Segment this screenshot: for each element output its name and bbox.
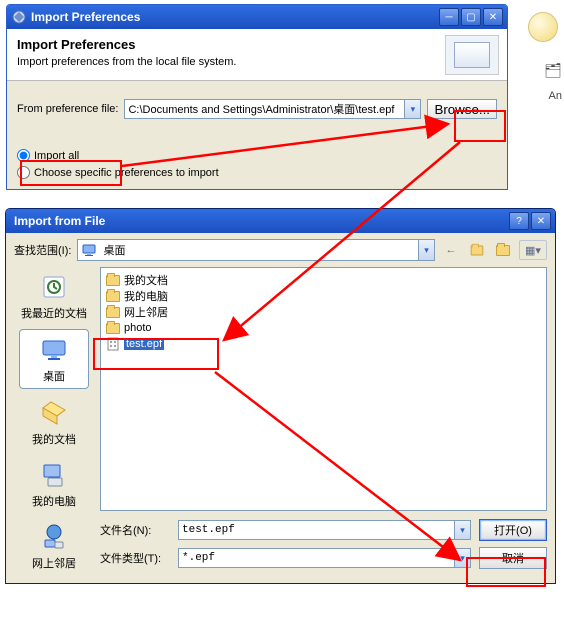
preference-file-input[interactable]: [125, 100, 404, 118]
place-recent[interactable]: 我最近的文档: [19, 267, 89, 325]
import-all-label: Import all: [34, 150, 79, 162]
chevron-down-icon[interactable]: ▾: [454, 549, 470, 567]
filename-combo[interactable]: ▾: [178, 520, 471, 540]
place-mydocs[interactable]: 我的文档: [19, 393, 89, 451]
list-item[interactable]: 网上邻居: [105, 304, 542, 320]
list-item-selected[interactable]: test.epf: [105, 336, 542, 352]
dialog-title: Import Preferences: [31, 10, 435, 24]
recent-icon: [38, 271, 70, 303]
open-button[interactable]: 打开(O): [479, 519, 547, 541]
folder-icon: [105, 304, 121, 320]
close-button[interactable]: ✕: [531, 212, 551, 230]
list-item[interactable]: 我的电脑: [105, 288, 542, 304]
import-all-radio[interactable]: [17, 149, 30, 162]
choose-specific-label: Choose specific preferences to import: [34, 167, 219, 179]
folder-icon: [105, 272, 121, 288]
bg-icon: 🗂: [544, 62, 562, 79]
place-network[interactable]: 网上邻居: [19, 517, 89, 575]
filetype-combo[interactable]: ▾: [178, 548, 471, 568]
lookin-combo[interactable]: ▾: [77, 239, 435, 261]
file-icon: [105, 336, 121, 352]
radio-choose[interactable]: Choose specific preferences to import: [17, 166, 497, 179]
places-bar: 我最近的文档 桌面 我的文档 我的电脑 网上邻居: [14, 267, 94, 575]
import-preferences-dialog: Import Preferences ─ ▢ ✕ Import Preferen…: [6, 4, 508, 190]
desktop-icon: [81, 242, 97, 258]
titlebar[interactable]: Import Preferences ─ ▢ ✕: [7, 5, 507, 29]
chevron-down-icon[interactable]: ▾: [404, 100, 420, 118]
view-menu-icon[interactable]: ▦▾: [519, 240, 547, 260]
import-from-file-dialog: Import from File ? ✕ 查找范围(I): ▾ ← ▦▾: [5, 208, 556, 584]
radio-import-all[interactable]: Import all: [17, 149, 497, 162]
bg-globe-icon: [528, 12, 558, 42]
folder-icon: [105, 288, 121, 304]
dialog-title: Import from File: [10, 214, 505, 228]
bg-label: An: [549, 90, 562, 102]
lookin-input[interactable]: [100, 240, 418, 260]
folder-icon: [105, 320, 121, 336]
list-item[interactable]: photo: [105, 320, 542, 336]
place-desktop[interactable]: 桌面: [19, 329, 89, 389]
filename-label: 文件名(N):: [100, 522, 170, 538]
banner: Import Preferences Import preferences fr…: [7, 29, 507, 81]
help-button[interactable]: ?: [509, 212, 529, 230]
filetype-input[interactable]: [179, 549, 454, 567]
banner-title: Import Preferences: [17, 37, 443, 52]
minimize-button[interactable]: ─: [439, 8, 459, 26]
filename-input[interactable]: [179, 521, 454, 539]
mydocs-icon: [38, 397, 70, 429]
back-icon[interactable]: ←: [441, 240, 461, 260]
chevron-down-icon[interactable]: ▾: [454, 521, 470, 539]
desktop-icon: [38, 334, 70, 366]
choose-specific-radio[interactable]: [17, 166, 30, 179]
filetype-label: 文件类型(T):: [100, 550, 170, 566]
cancel-button[interactable]: 取消: [479, 547, 547, 569]
place-mycomputer[interactable]: 我的电脑: [19, 455, 89, 513]
network-icon: [38, 521, 70, 553]
preference-file-combo[interactable]: ▾: [124, 99, 421, 119]
close-button[interactable]: ✕: [483, 8, 503, 26]
maximize-button[interactable]: ▢: [461, 8, 481, 26]
chevron-down-icon[interactable]: ▾: [418, 240, 434, 260]
app-icon: [11, 9, 27, 25]
list-item[interactable]: 我的文档: [105, 272, 542, 288]
banner-icon: [445, 35, 499, 75]
file-listing[interactable]: 我的文档 我的电脑 网上邻居 photo test.epf: [100, 267, 547, 511]
new-folder-icon[interactable]: [493, 240, 513, 260]
preference-file-label: From preference file:: [17, 103, 118, 115]
up-icon[interactable]: [467, 240, 487, 260]
mycomputer-icon: [38, 459, 70, 491]
browse-button[interactable]: Browse...: [427, 99, 497, 119]
lookin-label: 查找范围(I):: [14, 242, 71, 258]
titlebar[interactable]: Import from File ? ✕: [6, 209, 555, 233]
banner-text: Import preferences from the local file s…: [17, 56, 443, 68]
